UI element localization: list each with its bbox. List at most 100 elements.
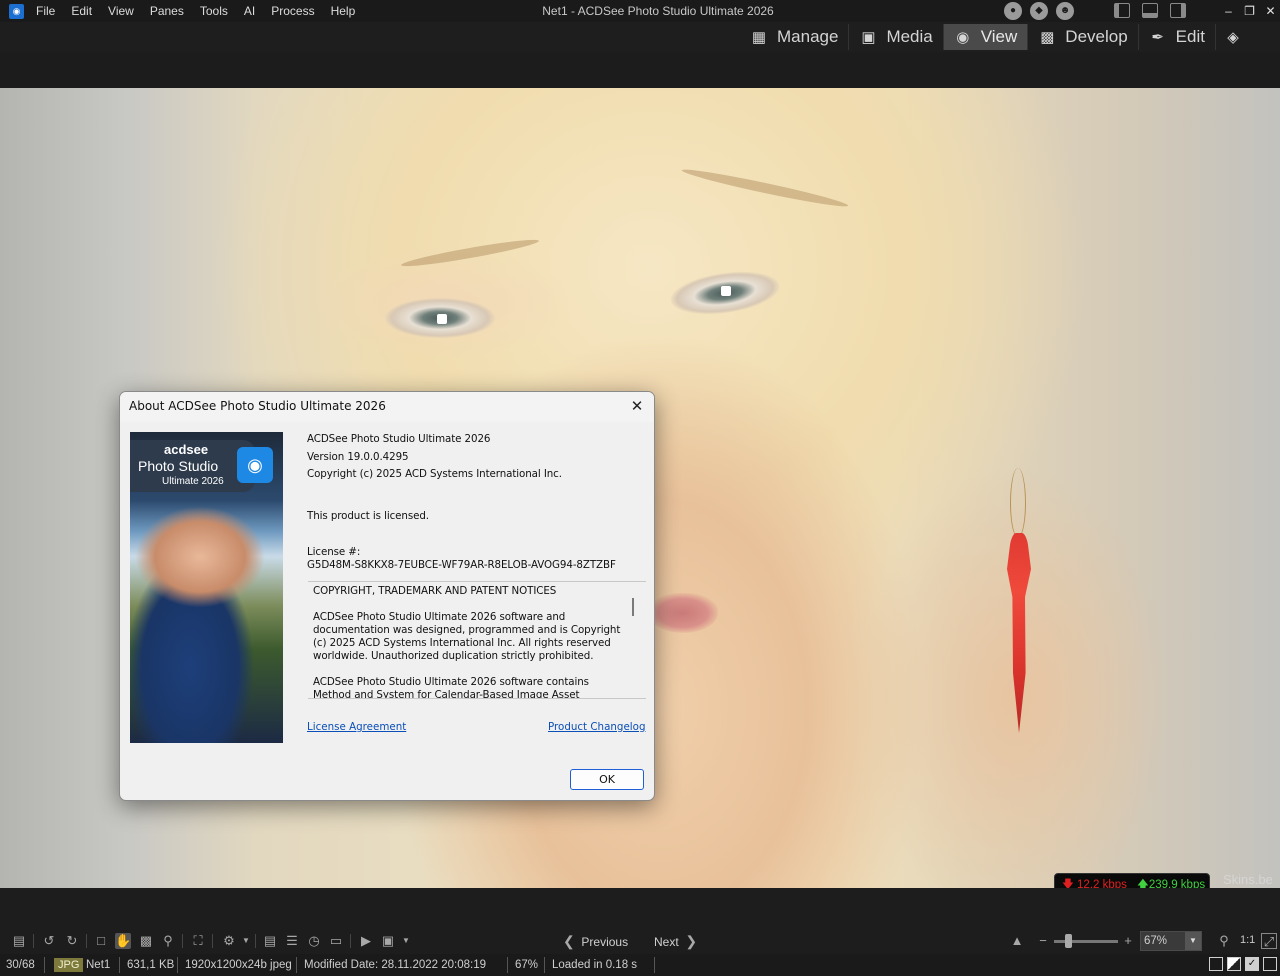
rotate-left-icon[interactable]: ↺ — [41, 933, 57, 949]
tab-media[interactable]: ▣ Media — [849, 24, 944, 50]
toolbar-separator — [86, 934, 87, 948]
file-size: 631,1 KB — [127, 959, 175, 971]
settings-icon[interactable]: ⚙ — [221, 933, 237, 949]
minimize-button[interactable]: – — [1218, 0, 1239, 22]
restore-button[interactable]: ❐ — [1239, 0, 1260, 22]
zoom-in-icon[interactable]: + — [1120, 933, 1136, 949]
develop-icon: ▩ — [1040, 28, 1055, 46]
tag-box-icon[interactable] — [1209, 957, 1223, 971]
left-eye-highlight — [437, 314, 447, 324]
play-icon[interactable]: ▶ — [358, 933, 374, 949]
menu-edit[interactable]: Edit — [63, 0, 100, 22]
menu-tools[interactable]: Tools — [192, 0, 236, 22]
zoom-tool-icon[interactable]: ⚲ — [160, 933, 176, 949]
notices-scrollbar[interactable] — [632, 598, 634, 616]
earring-hook — [1010, 468, 1026, 538]
menu-file[interactable]: File — [34, 0, 63, 22]
license-key: G5D48M-S8KKX8-7EUBCE-WF79AR-R8ELOB-AVOG9… — [307, 559, 616, 571]
status-bar: 30/68 JPG Net1 631,1 KB 1920x1200x24b jp… — [0, 954, 1280, 976]
left-pane-toggle-icon[interactable] — [1114, 3, 1130, 18]
menu-panes[interactable]: Panes — [142, 0, 192, 22]
status-separator — [119, 957, 120, 973]
right-eye-highlight — [721, 286, 731, 296]
tab-more[interactable]: ◈ — [1216, 24, 1250, 50]
save-icon[interactable]: ▤ — [11, 933, 27, 949]
notices-textbox[interactable]: COPYRIGHT, TRADEMARK AND PATENT NOTICES … — [308, 581, 646, 699]
window-controls: – ❐ ✕ — [1218, 0, 1280, 22]
tab-manage[interactable]: ▦ Manage — [740, 24, 850, 50]
ok-button[interactable]: OK — [570, 769, 644, 790]
tab-develop-label: Develop — [1065, 27, 1128, 46]
photos-icon: ▣ — [861, 28, 876, 46]
tab-view[interactable]: ◉ View — [943, 24, 1029, 50]
layout-icons — [1114, 3, 1186, 18]
megaphone-icon[interactable]: ● — [1004, 2, 1022, 20]
magnifier-icon[interactable]: ⚲ — [1216, 933, 1232, 949]
red-earring — [1007, 533, 1031, 733]
tab-view-label: View — [980, 27, 1018, 46]
menu-view[interactable]: View — [100, 0, 142, 22]
chevron-down-icon[interactable]: ▼ — [1185, 932, 1201, 950]
menu-process[interactable]: Process — [263, 0, 322, 22]
product-version: Version 19.0.0.4295 — [307, 451, 409, 463]
adjust-icon[interactable]: ☰ — [284, 933, 300, 949]
image-dimensions: 1920x1200x24b jpeg — [185, 959, 292, 971]
select-icon[interactable]: ▩ — [138, 933, 154, 949]
license-agreement-link[interactable]: License Agreement — [307, 721, 406, 733]
tool-strip — [0, 52, 1280, 88]
menu-ai[interactable]: AI — [236, 0, 263, 22]
chevron-down-icon[interactable]: ▼ — [238, 933, 254, 949]
product-name: ACDSee Photo Studio Ultimate 2026 — [307, 433, 491, 445]
clock-icon[interactable]: ◷ — [306, 933, 322, 949]
triangle-up-icon[interactable]: ▲ — [1009, 933, 1025, 949]
notification-icon[interactable]: ◆ — [1030, 2, 1048, 20]
account-icon[interactable]: ☻ — [1056, 2, 1074, 20]
zoom-slider-handle[interactable] — [1065, 934, 1072, 948]
product-box-art: acdsee Photo Studio Ultimate 2026 ◉ — [130, 432, 283, 743]
file-name: Net1 — [86, 959, 111, 971]
previous-label: Previous — [581, 935, 629, 949]
image-watermark: Skins.be — [1223, 872, 1273, 887]
mode-tabs: ▦ Manage ▣ Media ◉ View ▩ Develop ✒ Edit… — [740, 24, 1250, 50]
zoom-select[interactable]: 67% ▼ — [1140, 931, 1202, 951]
title-icons: ● ◆ ☻ — [1004, 2, 1074, 20]
eye-icon: ◉ — [956, 28, 970, 46]
chevron-down-icon[interactable]: ▼ — [398, 933, 414, 949]
zoom-slider-track[interactable] — [1054, 940, 1118, 943]
fullscreen-icon[interactable]: ⤢ — [1261, 933, 1277, 949]
previous-button[interactable]: ❮ Previous — [563, 930, 628, 952]
actual-size-button[interactable]: 1:1 — [1240, 934, 1255, 946]
rating-box-icon[interactable] — [1263, 957, 1277, 971]
close-window-button[interactable]: ✕ — [1260, 0, 1280, 22]
product-copyright: Copyright (c) 2025 ACD Systems Internati… — [307, 468, 562, 480]
tab-develop[interactable]: ▩ Develop — [1028, 24, 1139, 50]
status-separator — [544, 957, 545, 973]
product-changelog-link[interactable]: Product Changelog — [548, 721, 646, 733]
next-button[interactable]: Next ❯ — [654, 930, 697, 952]
view-toolbar: ▤ ↺ ↻ □ ✋ ▩ ⚲ ⛶ ⚙ ▼ ▤ ☰ ◷ ▭ ▶ ▣ ▼ ❮ Prev… — [0, 930, 1280, 954]
about-dialog: About ACDSee Photo Studio Ultimate 2026 … — [119, 391, 655, 801]
right-pane-toggle-icon[interactable] — [1170, 3, 1186, 18]
title-bar: ◉ File Edit View Panes Tools AI Process … — [0, 0, 1280, 22]
product-logo: acdsee — [164, 442, 209, 457]
notices-text: COPYRIGHT, TRADEMARK AND PATENT NOTICES … — [313, 585, 621, 699]
display-icon[interactable]: ▣ — [380, 933, 396, 949]
checkmark-icon[interactable]: ✓ — [1245, 957, 1259, 971]
tab-manage-label: Manage — [777, 27, 839, 46]
zoom-out-icon[interactable]: − — [1035, 933, 1051, 949]
crop-icon[interactable]: □ — [93, 933, 109, 949]
license-status: This product is licensed. — [307, 510, 429, 522]
fit-icon[interactable]: ⛶ — [190, 933, 206, 949]
compare-icon[interactable]: ▭ — [328, 933, 344, 949]
status-separator — [507, 957, 508, 973]
menu-help[interactable]: Help — [323, 0, 364, 22]
toolbar-separator — [212, 934, 213, 948]
bottom-pane-toggle-icon[interactable] — [1142, 3, 1158, 18]
hand-tool-icon[interactable]: ✋ — [115, 933, 131, 949]
filmstrip-icon[interactable]: ▤ — [262, 933, 278, 949]
tab-edit[interactable]: ✒ Edit — [1139, 24, 1216, 50]
app-icon[interactable]: ◉ — [9, 4, 24, 19]
dialog-close-button[interactable]: ✕ — [626, 396, 648, 418]
color-label-icon[interactable] — [1227, 957, 1241, 971]
rotate-right-icon[interactable]: ↻ — [64, 933, 80, 949]
